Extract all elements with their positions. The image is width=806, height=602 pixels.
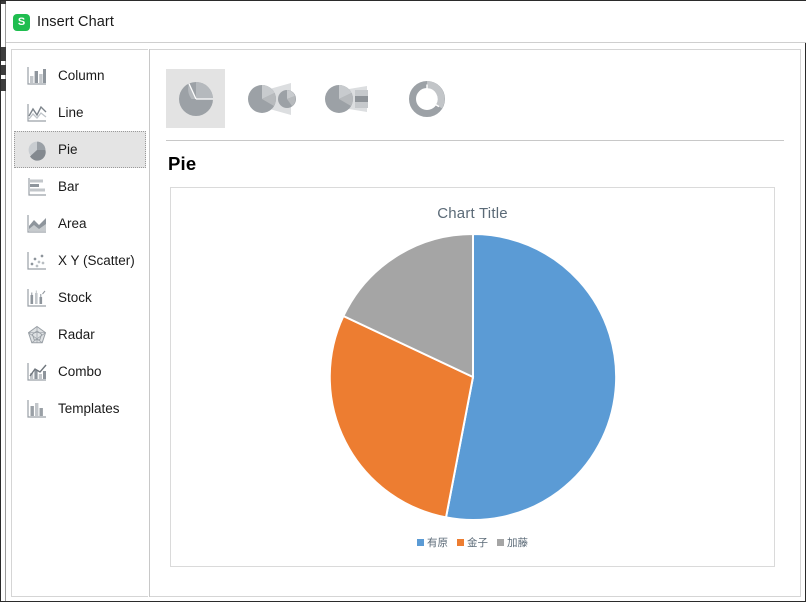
bar-of-pie-subtype-button[interactable] xyxy=(320,69,379,128)
area-chart-icon xyxy=(27,214,46,233)
legend-label: 加藤 xyxy=(507,537,528,549)
sidebar-item-radar[interactable]: Radar xyxy=(14,316,146,353)
sidebar-item-label: Area xyxy=(58,216,87,231)
pie-chart-icon xyxy=(28,141,46,161)
sidebar-item-label: Pie xyxy=(58,142,78,157)
gallery-divider xyxy=(166,140,784,141)
legend-label: 有原 xyxy=(427,537,448,549)
sidebar-item-label: Bar xyxy=(58,179,80,194)
title-bar: S Insert Chart xyxy=(6,1,806,43)
sidebar-item-label: Column xyxy=(58,68,105,83)
spreadsheet-app-icon: S xyxy=(13,14,30,31)
sidebar-item-label: Stock xyxy=(58,290,92,305)
sidebar-item-scatter[interactable]: X Y (Scatter) xyxy=(14,242,146,279)
scatter-chart-icon xyxy=(27,251,46,270)
sidebar-item-stock[interactable]: Stock xyxy=(14,279,146,316)
pie-of-pie-subtype-button[interactable] xyxy=(243,69,302,128)
chart-preview[interactable]: Chart Title 有原 金子 加藤 xyxy=(170,187,775,567)
pie-of-pie-subtype-icon xyxy=(247,83,296,115)
sidebar-item-label: Radar xyxy=(58,327,95,342)
sidebar-item-pie[interactable]: Pie xyxy=(14,131,146,168)
sidebar-item-label: Templates xyxy=(58,401,120,416)
chart-main-panel: Pie Chart Title 有原 金子 加藤 xyxy=(150,49,801,597)
templates-icon xyxy=(27,399,46,418)
sidebar-item-bar[interactable]: Bar xyxy=(14,168,146,205)
chart-legend: 有原 金子 加藤 xyxy=(171,535,774,550)
sidebar-item-area[interactable]: Area xyxy=(14,205,146,242)
window-left-edge xyxy=(1,1,6,601)
radar-chart-icon xyxy=(27,325,47,343)
legend-item: 加藤 xyxy=(497,535,528,550)
legend-label: 金子 xyxy=(467,537,488,549)
chart-category-list: Column Line Pie Bar Area X Y (Scatter) S… xyxy=(11,49,148,597)
combo-chart-icon xyxy=(27,362,47,381)
dialog-body: Column Line Pie Bar Area X Y (Scatter) S… xyxy=(7,44,805,601)
pie-chart-graphic xyxy=(328,232,618,521)
column-chart-icon xyxy=(27,66,46,85)
sidebar-item-label: Line xyxy=(58,105,84,120)
pie-subtype-icon xyxy=(178,82,213,116)
legend-item: 金子 xyxy=(457,535,488,550)
line-chart-icon xyxy=(27,103,47,122)
doughnut-subtype-button[interactable] xyxy=(397,69,456,128)
doughnut-subtype-icon xyxy=(408,81,445,117)
legend-swatch xyxy=(457,539,464,546)
bar-chart-icon xyxy=(28,177,46,196)
chart-subtype-gallery xyxy=(166,60,784,136)
chart-title: Chart Title xyxy=(437,205,508,222)
sidebar-item-templates[interactable]: Templates xyxy=(14,390,146,427)
sidebar-item-line[interactable]: Line xyxy=(14,94,146,131)
section-heading: Pie xyxy=(168,153,197,174)
legend-swatch xyxy=(417,539,424,546)
bar-of-pie-subtype-icon xyxy=(324,85,368,113)
insert-chart-dialog: S Insert Chart Column Line Pie Bar Area … xyxy=(0,0,806,602)
sidebar-item-label: Combo xyxy=(58,364,102,379)
legend-swatch xyxy=(497,539,504,546)
page-title: Insert Chart xyxy=(37,14,114,30)
legend-item: 有原 xyxy=(417,535,448,550)
sidebar-item-label: X Y (Scatter) xyxy=(58,253,135,268)
pie-subtype-button[interactable] xyxy=(166,68,225,128)
sidebar-item-column[interactable]: Column xyxy=(14,57,146,94)
stock-chart-icon xyxy=(27,288,46,307)
sidebar-item-combo[interactable]: Combo xyxy=(14,353,146,390)
